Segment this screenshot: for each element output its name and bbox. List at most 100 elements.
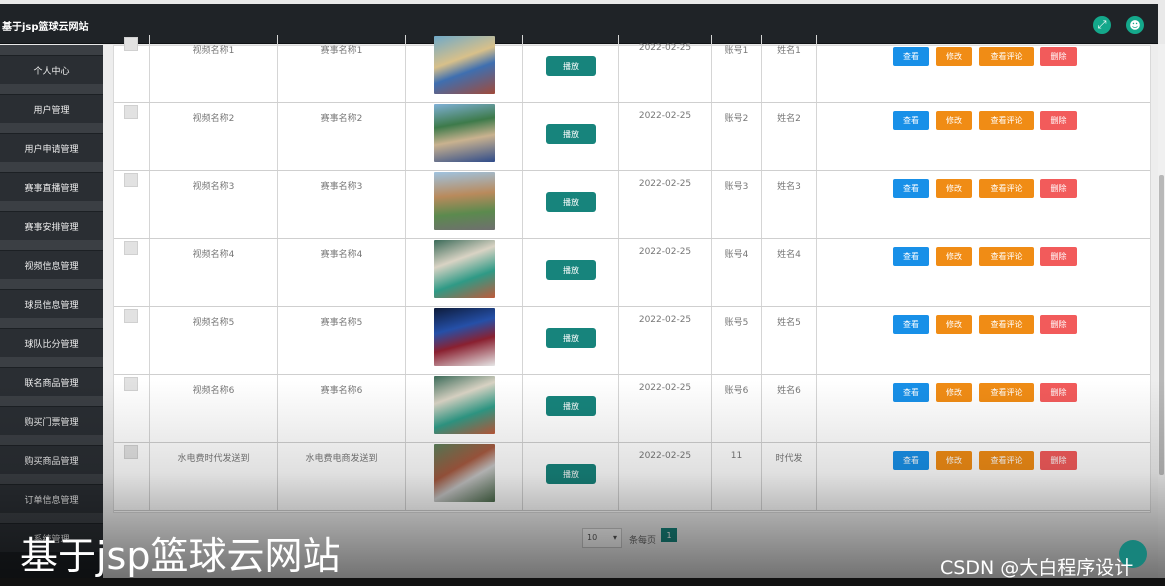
sidebar-item-live-events[interactable]: 赛事直播管理 — [0, 173, 103, 201]
table-row: 视频名称4 赛事名称4 播放 2022-02-25 账号4 姓名4 查看 修改 … — [114, 239, 1150, 307]
select-cell — [114, 171, 150, 238]
row-checkbox[interactable] — [124, 377, 138, 391]
view-button[interactable]: 查看 — [893, 111, 929, 130]
sidebar-item-goods-purchases[interactable]: 购买商品管理 — [0, 446, 103, 474]
row-checkbox[interactable] — [124, 241, 138, 255]
view-comments-button[interactable]: 查看评论 — [979, 451, 1034, 470]
sidebar-divider — [0, 279, 103, 289]
account-cell: 账号2 — [712, 103, 762, 170]
sidebar-item-orders[interactable]: 订单信息管理 — [0, 485, 103, 513]
delete-button[interactable]: 删除 — [1040, 47, 1077, 66]
sidebar-item-personal-center[interactable]: 个人中心 — [0, 56, 103, 84]
sidebar-item-team-scores[interactable]: 球队比分管理 — [0, 329, 103, 357]
row-checkbox[interactable] — [124, 445, 138, 459]
edit-button[interactable]: 修改 — [936, 383, 972, 402]
video-thumbnail — [434, 104, 495, 162]
name-cell: 姓名1 — [762, 35, 817, 102]
play-button[interactable]: 播放 — [546, 56, 596, 76]
sidebar-divider — [0, 474, 103, 484]
date-cell: 2022-02-25 — [619, 171, 712, 238]
view-comments-button[interactable]: 查看评论 — [979, 47, 1034, 66]
sidebar-item-video-info[interactable]: 视频信息管理 — [0, 251, 103, 279]
actions-cell: 查看 修改 查看评论 删除 — [817, 375, 1150, 442]
view-button[interactable]: 查看 — [893, 383, 929, 402]
view-comments-button[interactable]: 查看评论 — [979, 179, 1034, 198]
per-page-label: 条每页 — [629, 536, 657, 546]
delete-button[interactable]: 删除 — [1040, 383, 1077, 402]
delete-button[interactable]: 删除 — [1040, 315, 1077, 334]
table-row: 视频名称2 赛事名称2 播放 2022-02-25 账号2 姓名2 查看 修改 … — [114, 103, 1150, 171]
table-row: 视频名称3 赛事名称3 播放 2022-02-25 账号3 姓名3 查看 修改 … — [114, 171, 1150, 239]
view-comments-button[interactable]: 查看评论 — [979, 247, 1034, 266]
scrollbar-thumb[interactable] — [1159, 175, 1164, 475]
video-name-cell: 视频名称3 — [150, 171, 278, 238]
site-title: 基于jsp篮球云网站 — [2, 22, 89, 33]
delete-button[interactable]: 删除 — [1040, 111, 1077, 130]
play-button[interactable]: 播放 — [546, 124, 596, 144]
view-button[interactable]: 查看 — [893, 247, 929, 266]
watermark: CSDN @大白程序设计 — [940, 557, 1134, 579]
cover-cell — [406, 171, 523, 238]
play-button[interactable]: 播放 — [546, 260, 596, 280]
sidebar-item-user-applications[interactable]: 用户申请管理 — [0, 134, 103, 162]
play-button[interactable]: 播放 — [546, 328, 596, 348]
play-cell: 播放 — [523, 375, 619, 442]
edit-button[interactable]: 修改 — [936, 111, 972, 130]
play-cell: 播放 — [523, 443, 619, 510]
view-comments-button[interactable]: 查看评论 — [979, 111, 1034, 130]
sidebar-divider — [0, 45, 103, 55]
sidebar-divider — [0, 396, 103, 406]
video-thumbnail — [434, 36, 495, 94]
event-name-cell: 赛事名称4 — [278, 239, 406, 306]
sidebar-item-event-schedule[interactable]: 赛事安排管理 — [0, 212, 103, 240]
edit-button[interactable]: 修改 — [936, 47, 972, 66]
view-comments-button[interactable]: 查看评论 — [979, 383, 1034, 402]
account-cell: 账号1 — [712, 35, 762, 102]
row-checkbox[interactable] — [124, 309, 138, 323]
row-checkbox[interactable] — [124, 105, 138, 119]
play-cell: 播放 — [523, 103, 619, 170]
edit-button[interactable]: 修改 — [936, 179, 972, 198]
actions-cell: 查看 修改 查看评论 删除 — [817, 171, 1150, 238]
video-name-cell: 水电费时代发送到 — [150, 443, 278, 510]
table-row: 视频名称1 赛事名称1 播放 2022-02-25 账号1 姓名1 查看 修改 … — [114, 35, 1150, 103]
view-button[interactable]: 查看 — [893, 315, 929, 334]
name-cell: 姓名6 — [762, 375, 817, 442]
actions-cell: 查看 修改 查看评论 删除 — [817, 239, 1150, 306]
sidebar-item-player-info[interactable]: 球员信息管理 — [0, 290, 103, 318]
view-button[interactable]: 查看 — [893, 47, 929, 66]
edit-button[interactable]: 修改 — [936, 315, 972, 334]
play-cell: 播放 — [523, 239, 619, 306]
page-number-button[interactable]: 1 — [661, 528, 677, 542]
play-button[interactable]: 播放 — [546, 396, 596, 416]
sidebar-item-users[interactable]: 用户管理 — [0, 95, 103, 123]
play-button[interactable]: 播放 — [546, 464, 596, 484]
video-thumbnail — [434, 308, 495, 366]
view-button[interactable]: 查看 — [893, 451, 929, 470]
sidebar-divider — [0, 240, 103, 250]
name-cell: 姓名2 — [762, 103, 817, 170]
edit-button[interactable]: 修改 — [936, 451, 972, 470]
select-cell — [114, 35, 150, 102]
view-button[interactable]: 查看 — [893, 179, 929, 198]
date-cell: 2022-02-25 — [619, 307, 712, 374]
select-cell — [114, 307, 150, 374]
event-name-cell: 赛事名称2 — [278, 103, 406, 170]
name-cell: 姓名4 — [762, 239, 817, 306]
edit-button[interactable]: 修改 — [936, 247, 972, 266]
sidebar-item-co-branded-goods[interactable]: 联名商品管理 — [0, 368, 103, 396]
row-checkbox[interactable] — [124, 173, 138, 187]
sidebar-item-ticket-purchases[interactable]: 购买门票管理 — [0, 407, 103, 435]
delete-button[interactable]: 删除 — [1040, 247, 1077, 266]
cover-cell — [406, 103, 523, 170]
delete-button[interactable]: 删除 — [1040, 179, 1077, 198]
user-icon[interactable]: ☻ — [1126, 16, 1144, 34]
account-cell: 账号5 — [712, 307, 762, 374]
fullscreen-icon[interactable]: ⤢ — [1093, 16, 1111, 34]
view-comments-button[interactable]: 查看评论 — [979, 315, 1034, 334]
page-size-select[interactable]: 10 ▾ — [582, 528, 622, 548]
row-checkbox[interactable] — [124, 37, 138, 51]
play-button[interactable]: 播放 — [546, 192, 596, 212]
delete-button[interactable]: 删除 — [1040, 451, 1077, 470]
video-name-cell: 视频名称4 — [150, 239, 278, 306]
